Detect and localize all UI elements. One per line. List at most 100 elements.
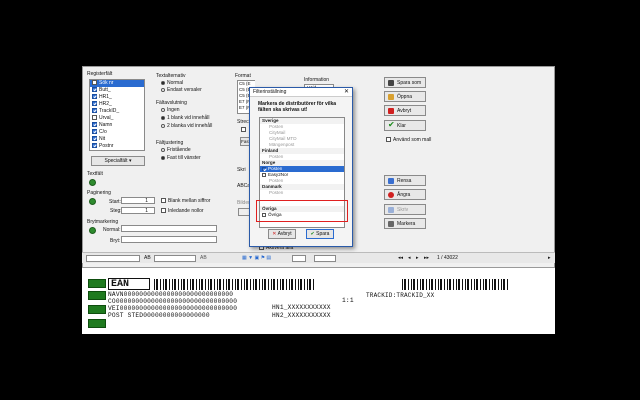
oppna-button[interactable]: Öppna <box>384 91 426 102</box>
registerfalt-item-label: Sök nr <box>99 80 114 86</box>
skriv-button[interactable]: Skriv <box>384 204 426 215</box>
nav-next-icon[interactable]: ▸ <box>416 255 419 262</box>
registerfalt-item-label: HR2_ <box>99 101 112 107</box>
checkbox-icon <box>92 108 97 114</box>
markera-button[interactable]: Markera <box>384 218 426 229</box>
textfalt-add-icon[interactable] <box>89 179 96 186</box>
page-marker: 1:1 <box>342 297 354 304</box>
registerfalt-item[interactable]: Butt_ <box>90 87 144 94</box>
preview-line-vei: VEI000000000000000000000000000000 <box>108 305 238 312</box>
page-info: 1 / 43022 <box>437 255 458 261</box>
checkbox-icon <box>92 136 97 142</box>
zoom-sample[interactable]: AB <box>200 255 207 262</box>
rensa-button[interactable]: Rensa <box>384 175 426 186</box>
brytmarkering-add-icon[interactable] <box>89 227 96 234</box>
filter-dialog: Filterinställning ✕ Markera de distribut… <box>249 87 353 247</box>
bryt-input[interactable] <box>121 236 217 243</box>
distributor-item-label: Mängenpost <box>269 142 295 147</box>
radio-icon <box>161 123 165 128</box>
klar-button[interactable]: ✔ Klar <box>384 120 426 131</box>
ingen-radio[interactable]: Ingen <box>161 107 180 113</box>
angra-button[interactable]: Ångra <box>384 189 426 200</box>
fristaende-radio[interactable]: Fristående <box>161 147 191 153</box>
textalternativ-label: Textalternativ <box>156 73 186 79</box>
checkmark-icon: ✔ <box>310 231 315 237</box>
registerfalt-item-label: Namn <box>99 122 113 128</box>
close-icon[interactable]: ✕ <box>344 88 349 97</box>
track-barcode <box>402 279 508 290</box>
toolbar-select-2[interactable] <box>314 255 336 262</box>
radio-icon <box>161 147 165 152</box>
anvand-som-mall-checkbox[interactable]: Använd som mall <box>386 137 431 143</box>
steg-input[interactable]: 1 <box>121 207 155 214</box>
checkbox-icon <box>92 129 97 135</box>
normal-label: Normal: <box>103 227 121 233</box>
avbryt-button[interactable]: Avbryt <box>384 105 426 116</box>
registerfalt-item[interactable]: HR2_ <box>90 101 144 108</box>
toolbar-select[interactable] <box>292 255 306 262</box>
checkbox-icon <box>92 122 97 128</box>
en-blank-radio[interactable]: 1 blank vid innehåll <box>161 115 210 121</box>
normal-input[interactable] <box>121 225 217 232</box>
registerfalt-item-label: HR1_ <box>99 94 112 100</box>
registerfalt-item[interactable]: Namn <box>90 122 144 129</box>
preview-toolbar: AB AB ▦ ▼ ▣ ⚑ ▤ ◂◂ ◂ ▸ ▸▸ 1 / 43022 ▸ <box>82 252 555 263</box>
hn2-text: HN2_XXXXXXXXXXX <box>272 312 331 319</box>
green-marker-icon <box>88 291 106 300</box>
registerfalt-item-label: Nit <box>99 136 106 142</box>
preview-line-poststed: POST STED00000000000000000 <box>108 312 210 319</box>
radio-icon <box>161 107 165 112</box>
format-tools-icon[interactable]: ▦ ▼ ▣ ⚑ ▤ <box>242 255 271 262</box>
strecken-checkbox[interactable] <box>241 127 248 133</box>
registerfalt-item[interactable]: C/o <box>90 129 144 136</box>
dialog-spara-button[interactable]: ✔ Spara <box>306 229 334 239</box>
paginering-add-icon[interactable] <box>89 198 96 205</box>
start-label: Start: <box>109 199 121 205</box>
checkbox-icon <box>161 208 166 214</box>
start-input[interactable]: 1 <box>121 197 155 204</box>
checkbox-icon <box>92 143 97 149</box>
registerfalt-item[interactable]: HR1_ <box>90 94 144 101</box>
nav-prev-icon[interactable]: ◂ <box>408 255 411 262</box>
specialfalt-button[interactable]: Specialfält ▾ <box>91 156 145 166</box>
skrivare-label: Skri <box>237 167 246 173</box>
checkbox-icon <box>92 80 97 86</box>
inledande-nollor-checkbox[interactable]: Inledande nollor <box>161 208 204 214</box>
nav-first-icon[interactable]: ◂◂ <box>398 255 403 262</box>
distributor-item-label: Posten <box>269 124 284 129</box>
registerfalt-item[interactable]: Nit <box>90 136 144 143</box>
distributor-item-label: CityMail <box>269 130 286 135</box>
registerfalt-item[interactable]: TrackID_ <box>90 108 144 115</box>
blank-mellan-siffror-checkbox[interactable]: Blank mellan siffror <box>161 198 210 204</box>
registerfalt-list[interactable]: Sök nr Butt_ HR1_ HR2_ TrackID_ Urval_ Namn C/o… <box>89 79 145 151</box>
registerfalt-item[interactable]: Sök nr <box>90 80 144 87</box>
spara-som-button[interactable]: Spara som <box>384 77 426 88</box>
fast-vanster-radio[interactable]: Fast till vänster <box>161 155 201 161</box>
ean-label: EAN <box>108 278 150 290</box>
size-select[interactable] <box>154 255 196 262</box>
font-select[interactable] <box>86 255 140 262</box>
checkbox-icon <box>92 94 97 100</box>
dialog-avbryt-button[interactable]: ✕ Avbryt <box>268 229 296 239</box>
toolbar-more-icon[interactable]: ▸ <box>548 255 551 262</box>
highlight-box <box>256 200 348 222</box>
nav-last-icon[interactable]: ▸▸ <box>424 255 429 262</box>
textfalt-label: Textfält <box>87 171 103 177</box>
format-label: Format <box>235 73 251 79</box>
registerfalt-item[interactable]: Postnr <box>90 143 144 150</box>
distributor-item-label: Easy2Nor <box>268 172 289 177</box>
faltavslutning-label: Fältavslutning <box>156 100 187 106</box>
registerfalt-item-label: C/o <box>99 129 107 135</box>
checkbox-icon <box>92 101 97 107</box>
registerfalt-item[interactable]: Urval_ <box>90 115 144 122</box>
textalt-versaler-radio[interactable]: Endast versaler <box>161 87 202 93</box>
registerfalt-item-label: TrackID_ <box>99 108 120 114</box>
checkbox-icon <box>262 166 266 171</box>
distributor-item-label: Posten <box>269 154 284 159</box>
font-sample[interactable]: AB <box>144 255 151 262</box>
textalt-normal-radio[interactable]: Normal <box>161 80 183 86</box>
distributor-item-label: Posten <box>268 166 283 171</box>
checkbox-icon <box>262 172 266 177</box>
tva-blanka-radio[interactable]: 2 blanka vid innehåll <box>161 123 212 129</box>
radio-icon <box>161 155 165 160</box>
